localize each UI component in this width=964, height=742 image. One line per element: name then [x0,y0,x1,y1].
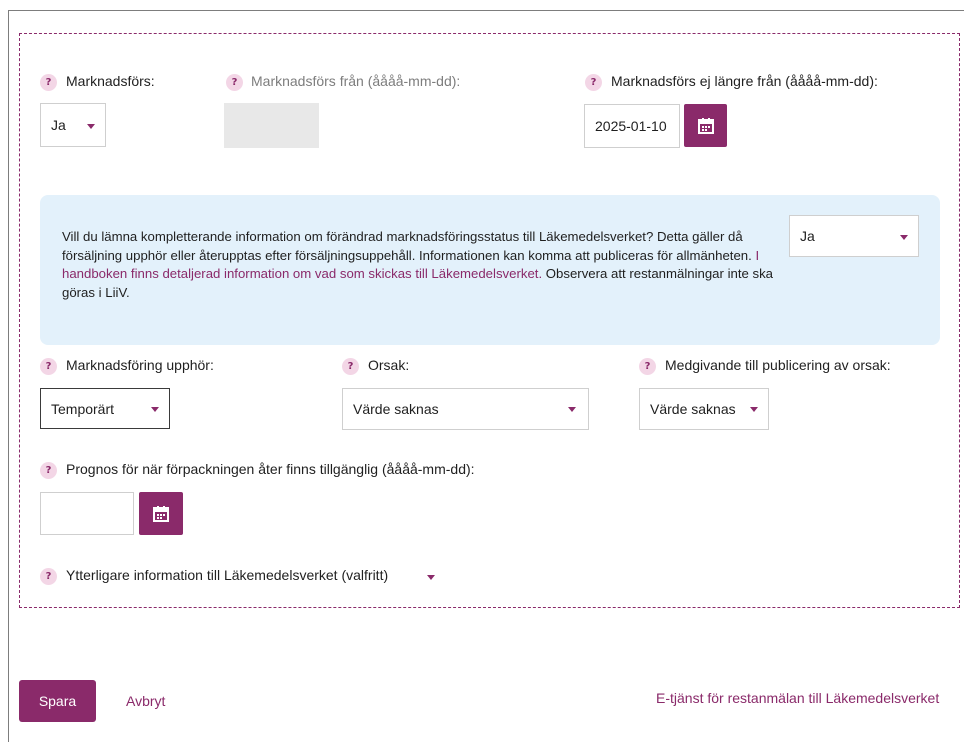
cancel-link[interactable]: Avbryt [126,693,165,709]
marketed-select-value: Ja [51,117,66,133]
calendar-icon [697,117,714,134]
help-icon[interactable]: ? [40,568,57,585]
chevron-down-icon [568,407,576,412]
reason-select-value: Värde saknas [353,401,439,417]
marketed-until-label: Marknadsförs ej längre från (åååå-mm-dd)… [611,73,878,89]
consent-label: Medgivande till publicering av orsak: [665,357,891,373]
calendar-icon [153,505,169,522]
calendar-button[interactable] [139,492,183,535]
reason-select[interactable]: Värde saknas [342,388,589,430]
ceases-label: Marknadsföring upphör: [66,357,214,373]
help-icon[interactable]: ? [40,74,57,91]
consent-select[interactable]: Värde saknas [639,388,769,430]
chevron-down-icon [750,407,758,412]
marketed-label: Marknadsförs: [66,73,155,89]
marketed-from-input [224,103,319,148]
forecast-label: Prognos för när förpackningen åter finns… [66,461,475,477]
ceases-select[interactable]: Temporärt [40,388,170,429]
calendar-button[interactable] [684,104,727,147]
help-icon[interactable]: ? [342,358,359,375]
info-text: Vill du lämna kompletterande information… [62,228,787,302]
marketed-select[interactable]: Ja [40,103,106,147]
chevron-down-icon [87,124,95,129]
extra-info-toggle[interactable]: Ytterligare information till Läkemedelsv… [66,567,388,583]
save-button[interactable]: Spara [19,680,96,722]
chevron-down-icon [151,407,159,412]
info-consent-select-value: Ja [800,228,815,244]
marketed-until-input[interactable]: 2025-01-10 [584,104,680,148]
info-consent-select[interactable]: Ja [789,215,919,257]
consent-select-value: Värde saknas [650,401,736,417]
help-icon[interactable]: ? [226,74,243,91]
help-icon[interactable]: ? [40,462,57,479]
marketed-from-label: Marknadsförs från (åååå-mm-dd): [251,73,461,89]
help-icon[interactable]: ? [639,358,656,375]
forecast-date-input[interactable] [40,492,134,535]
eservice-shortage-link[interactable]: E-tjänst för restanmälan till Läkemedels… [656,690,939,706]
chevron-down-icon[interactable] [427,575,435,580]
marketed-until-value: 2025-01-10 [595,118,667,134]
help-icon[interactable]: ? [585,74,602,91]
help-icon[interactable]: ? [40,358,57,375]
chevron-down-icon [900,235,908,240]
ceases-select-value: Temporärt [51,400,115,417]
info-text-main: Vill du lämna kompletterande information… [62,229,756,263]
reason-label: Orsak: [368,357,410,373]
